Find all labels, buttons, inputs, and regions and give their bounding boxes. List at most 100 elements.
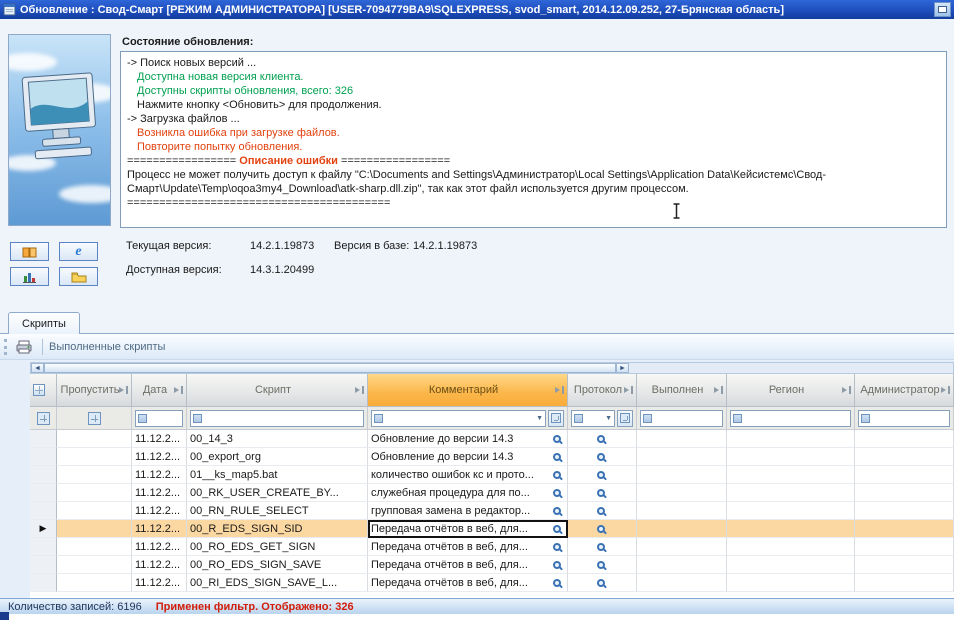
magnifier-icon[interactable] [553,560,561,569]
cell-script[interactable]: 00_R_EDS_SIGN_SID [187,520,368,538]
cell-comment[interactable]: групповая замена в редактор... [368,502,568,520]
titlebar-button[interactable] [934,2,951,17]
cell-date[interactable]: 11.12.2... [132,466,187,484]
cell-script[interactable]: 00_RO_EDS_SIGN_SAVE [187,556,368,574]
column-header-skip[interactable]: Пропустить [57,374,132,407]
magnifier-icon[interactable] [553,506,561,515]
cell-date[interactable]: 11.12.2... [132,448,187,466]
filter-executed[interactable] [637,407,727,430]
magnifier-icon[interactable] [596,578,605,587]
filter-input[interactable] [640,409,723,427]
print-button[interactable] [12,337,36,357]
cell-protocol[interactable] [568,574,637,592]
filter-input[interactable] [190,409,364,427]
cell-admin[interactable] [855,484,954,502]
pin-icon[interactable] [355,386,364,394]
pin-icon[interactable] [941,386,950,394]
magnifier-icon[interactable] [553,524,561,533]
cell-admin[interactable] [855,574,954,592]
table-row[interactable]: ▶ 11.12.2... 00_R_EDS_SIGN_SID Передача … [30,520,954,538]
cell-script[interactable]: 00_14_3 [187,430,368,448]
filter-region[interactable] [727,407,855,430]
cell-comment[interactable]: Обновление до версии 14.3 [368,448,568,466]
column-header-comment[interactable]: Комментарий [368,374,568,407]
open-folder-button[interactable] [59,267,98,286]
cell-executed[interactable] [637,484,727,502]
cell-region[interactable] [727,556,855,574]
cell-admin[interactable] [855,556,954,574]
tab-scripts[interactable]: Скрипты [8,312,80,334]
magnifier-icon[interactable] [553,542,561,551]
cell-date[interactable]: 11.12.2... [132,538,187,556]
magnifier-icon[interactable] [596,560,605,569]
filter-input[interactable] [858,409,950,427]
cell-protocol[interactable] [568,466,637,484]
cell-script[interactable]: 00_export_org [187,448,368,466]
dropdown-arrow-icon[interactable]: ▼ [605,415,612,422]
cell-comment[interactable]: Передача отчётов в веб, для... [368,574,568,592]
cell-protocol[interactable] [568,430,637,448]
pin-icon[interactable] [842,386,851,394]
cell-region[interactable] [727,484,855,502]
cell-executed[interactable] [637,448,727,466]
filter-input[interactable]: ▼ [371,409,546,427]
cell-region[interactable] [727,538,855,556]
cell-executed[interactable] [637,466,727,484]
column-header-executed[interactable]: Выполнен [637,374,727,407]
table-row[interactable]: 11.12.2... 00_RO_EDS_SIGN_SAVE Передача … [30,556,954,574]
cell-skip[interactable] [57,574,132,592]
executed-scripts-label[interactable]: Выполненные скрипты [49,341,165,353]
filter-input[interactable] [730,409,851,427]
filter-date[interactable] [132,407,187,430]
magnifier-icon[interactable] [553,470,561,479]
filter-extra-button[interactable] [548,409,564,427]
cell-skip[interactable] [57,484,132,502]
pin-icon[interactable] [624,386,633,394]
cell-date[interactable]: 11.12.2... [132,502,187,520]
cell-skip[interactable] [57,466,132,484]
report-chart-button[interactable] [10,267,49,286]
filter-script[interactable] [187,407,368,430]
cell-executed[interactable] [637,556,727,574]
cell-date[interactable]: 11.12.2... [132,484,187,502]
pin-icon[interactable] [119,386,128,394]
magnifier-icon[interactable] [596,506,605,515]
cell-admin[interactable] [855,538,954,556]
table-row[interactable]: 11.12.2... 00_RI_EDS_SIGN_SAVE_L... Пере… [30,574,954,592]
magnifier-icon[interactable] [596,542,605,551]
cell-date[interactable]: 11.12.2... [132,430,187,448]
cell-protocol[interactable] [568,520,637,538]
table-row[interactable]: 11.12.2... 00_14_3 Обновление до версии … [30,430,954,448]
cell-skip[interactable] [57,520,132,538]
cell-skip[interactable] [57,448,132,466]
cell-script[interactable]: 00_RN_RULE_SELECT [187,502,368,520]
cell-executed[interactable] [637,520,727,538]
magnifier-icon[interactable] [553,434,561,443]
magnifier-icon[interactable] [596,434,605,443]
cell-comment[interactable]: служебная процедура для по... [368,484,568,502]
cell-executed[interactable] [637,502,727,520]
filter-input[interactable] [135,409,183,427]
filter-input[interactable]: ▼ [571,409,615,427]
cell-script[interactable]: 00_RO_EDS_GET_SIGN [187,538,368,556]
cell-comment[interactable]: Передача отчётов в веб, для... [368,556,568,574]
column-header-selector[interactable] [30,374,57,407]
column-header-region[interactable]: Регион [727,374,855,407]
table-row[interactable]: 11.12.2... 00_RO_EDS_GET_SIGN Передача о… [30,538,954,556]
scroll-right-arrow[interactable]: ► [616,363,629,373]
cell-skip[interactable] [57,538,132,556]
cell-comment[interactable]: количество ошибок кс и прото... [368,466,568,484]
cell-admin[interactable] [855,520,954,538]
cell-protocol[interactable] [568,556,637,574]
cell-admin[interactable] [855,466,954,484]
cell-skip[interactable] [57,502,132,520]
cell-executed[interactable] [637,430,727,448]
magnifier-icon[interactable] [553,488,561,497]
cell-protocol[interactable] [568,448,637,466]
cell-date[interactable]: 11.12.2... [132,520,187,538]
column-header-admin[interactable]: Администратор [855,374,954,407]
filter-comment[interactable]: ▼ [368,407,568,430]
scrollbar-thumb[interactable] [44,363,616,373]
cell-date[interactable]: 11.12.2... [132,574,187,592]
scrollbar-track[interactable] [629,363,953,373]
